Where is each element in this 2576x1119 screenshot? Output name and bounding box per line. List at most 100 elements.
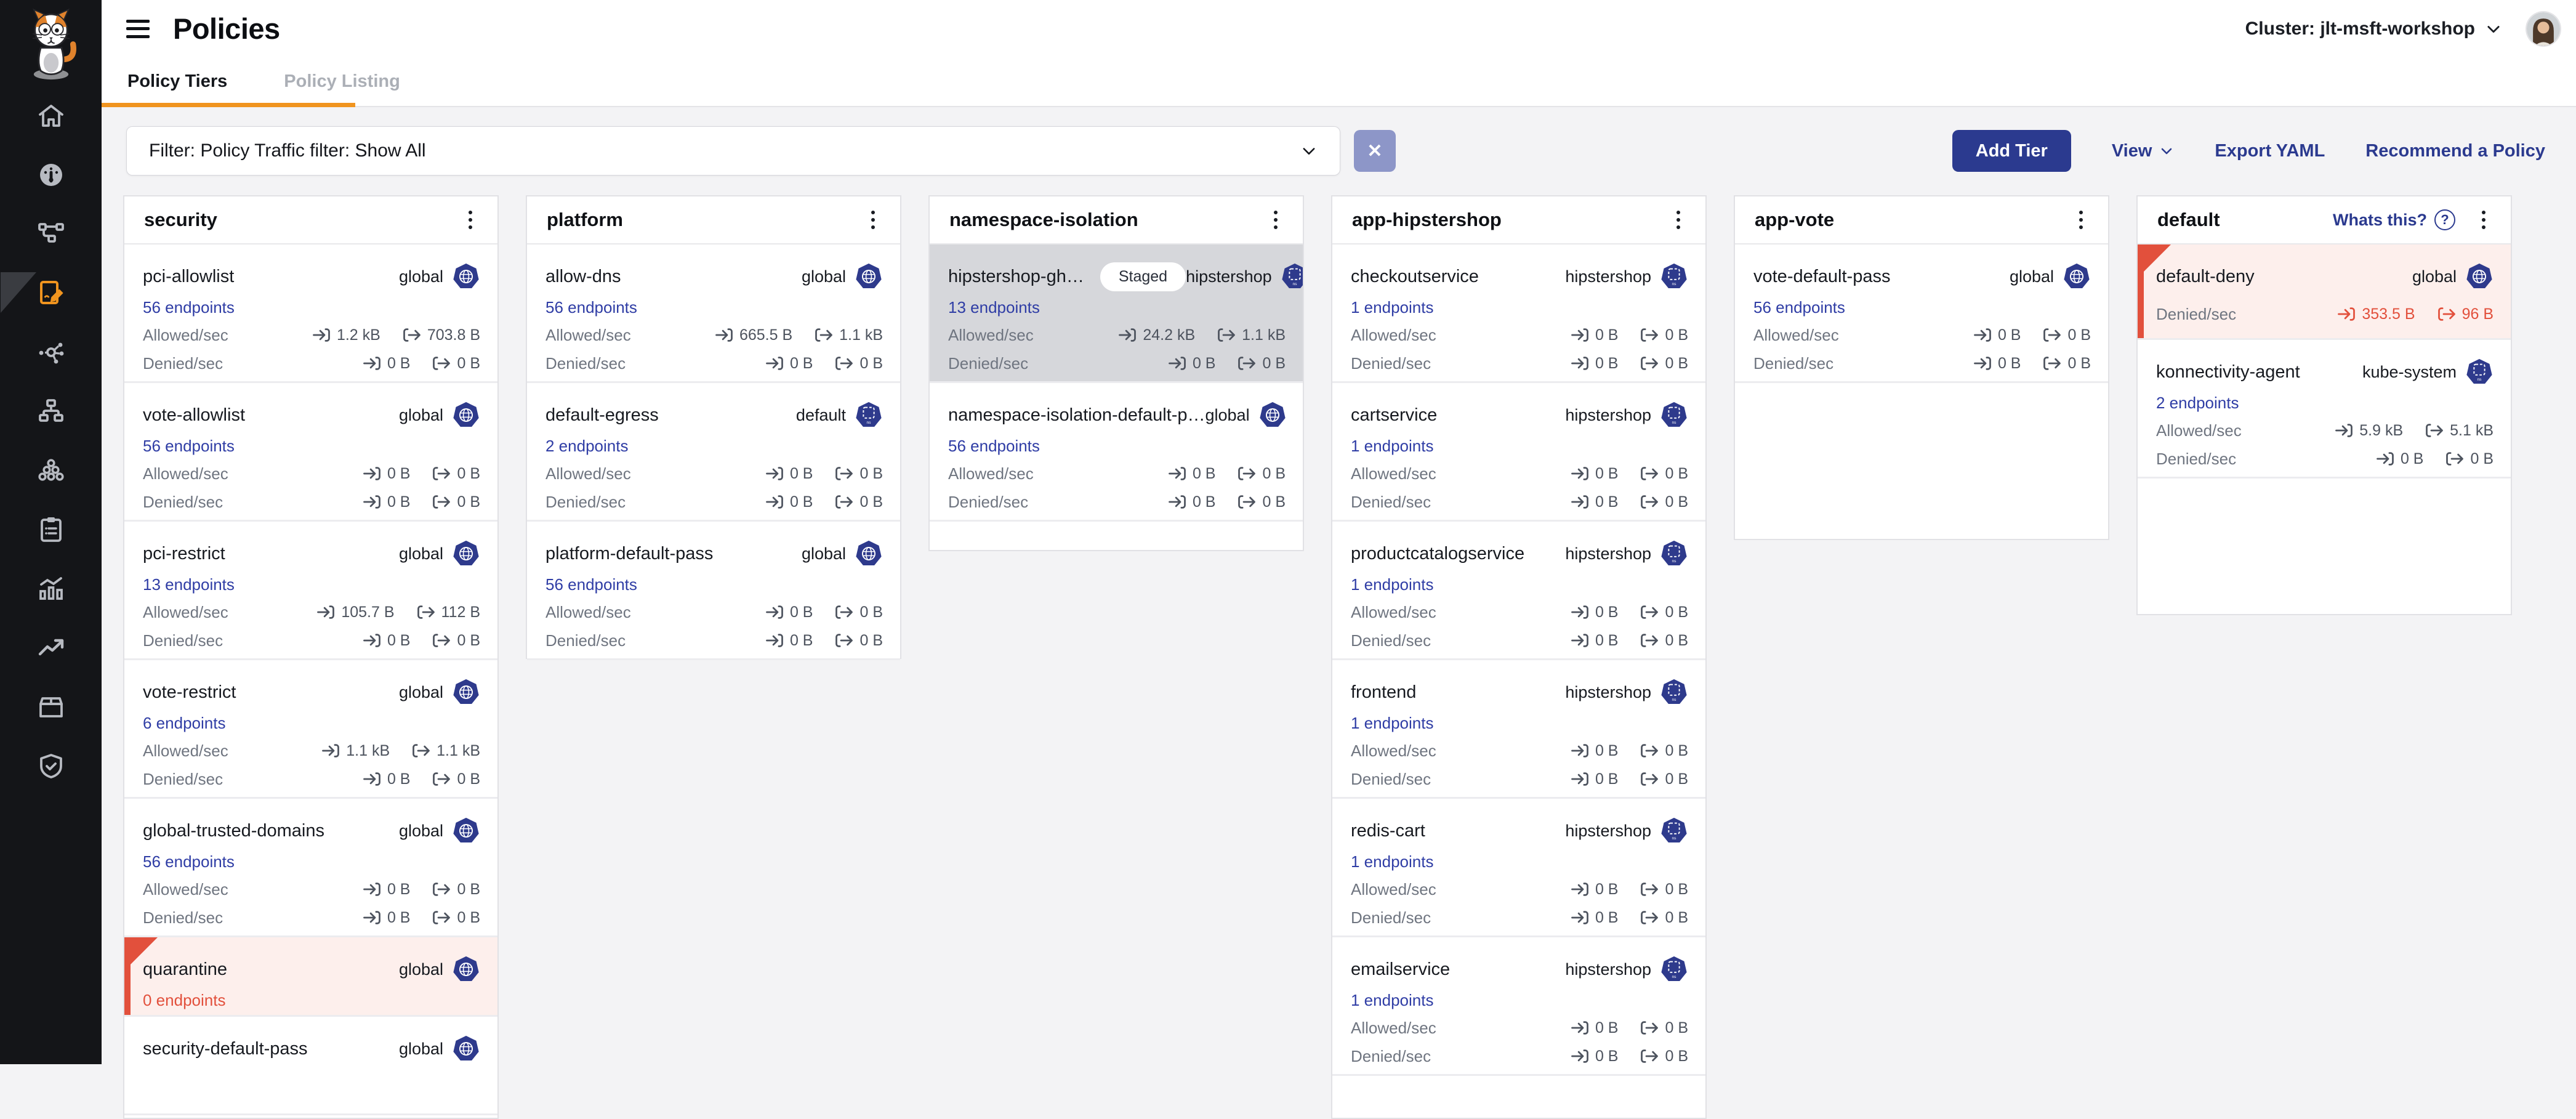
clear-filter-button[interactable]: ✕: [1354, 130, 1396, 172]
endpoints-link[interactable]: 56 endpoints: [143, 852, 235, 871]
recommend-policy-button[interactable]: Recommend a Policy: [2365, 141, 2545, 161]
policy-card-pci-allowlist[interactable]: pci-allowlistglobal56 endpointsAllowed/s…: [124, 244, 497, 383]
endpoints-link[interactable]: 1 endpoints: [1351, 298, 1433, 317]
policy-card-vote-default-pass[interactable]: vote-default-passglobal56 endpointsAllow…: [1735, 244, 2108, 383]
policy-card-vote-restrict[interactable]: vote-restrictglobal6 endpointsAllowed/se…: [124, 660, 497, 799]
add-tier-button[interactable]: Add Tier: [1952, 130, 2071, 172]
policy-card-namespace-isolation-default-p[interactable]: namespace-isolation-default-p…global56 e…: [930, 383, 1303, 522]
endpoints-link[interactable]: 1 endpoints: [1351, 852, 1433, 871]
endpoints-link[interactable]: 56 endpoints: [545, 575, 637, 594]
stat-row: Allowed/sec1.1 kB1.1 kB: [143, 737, 480, 765]
endpoints-link[interactable]: 56 endpoints: [143, 437, 235, 456]
policy-card-cartservice[interactable]: cartservicehipstershopns1 endpointsAllow…: [1332, 383, 1705, 522]
policy-card-security-default-pass[interactable]: security-default-passglobal: [124, 1017, 497, 1115]
chevron-down-icon[interactable]: [2485, 20, 2502, 38]
ingress-value: 0 B: [363, 354, 411, 373]
endpoints-link[interactable]: 6 endpoints: [143, 714, 225, 733]
policy-card-global-trusted-domains[interactable]: global-trusted-domainsglobal 56 endpoints…: [124, 799, 497, 937]
policy-card-emailservice[interactable]: emailservicehipstershopns1 endpointsAllo…: [1332, 937, 1705, 1076]
endpoints-link[interactable]: 1 endpoints: [1351, 575, 1433, 594]
policy-card-redis-cart[interactable]: redis-carthipstershopns1 endpointsAllowe…: [1332, 799, 1705, 937]
tier-menu-button[interactable]: [861, 206, 885, 233]
sidebar-item-workloads[interactable]: [36, 456, 66, 485]
endpoints-link[interactable]: 2 endpoints: [545, 437, 628, 456]
tab-policy-tiers[interactable]: Policy Tiers: [127, 71, 227, 92]
svg-text:ns: ns: [1672, 559, 1676, 564]
policy-card-checkoutservice[interactable]: checkoutservicehipstershopns1 endpointsA…: [1332, 244, 1705, 383]
tier-menu-button[interactable]: [2471, 206, 2496, 233]
tier-name: app-vote: [1755, 209, 1834, 231]
ingress-value: 0 B: [1571, 326, 1619, 344]
sidebar-item-home[interactable]: [36, 101, 66, 131]
view-dropdown[interactable]: View: [2112, 141, 2175, 161]
egress-icon: [2425, 421, 2444, 440]
user-avatar[interactable]: [2527, 12, 2560, 46]
tab-policy-listing[interactable]: Policy Listing: [284, 71, 400, 92]
endpoints-link[interactable]: 13 endpoints: [948, 298, 1040, 317]
egress-value: 5.1 kB: [2425, 421, 2493, 440]
sidebar-item-compliance[interactable]: [36, 515, 66, 544]
endpoints-link[interactable]: 1 endpoints: [1351, 991, 1433, 1010]
policy-title-row: platform-default-passglobal: [545, 538, 883, 570]
ingress-value: 105.7 B: [316, 603, 394, 621]
sidebar-item-dashboard[interactable]: [36, 160, 66, 190]
endpoints-link[interactable]: 1 endpoints: [1351, 714, 1433, 733]
stat-row: Denied/sec0 B0 B: [143, 349, 480, 378]
sidebar-item-threat-defense[interactable]: [36, 751, 66, 781]
policy-card-default-egress[interactable]: default-egressdefaultns2 endpointsAllowe…: [527, 383, 900, 522]
policy-card-default-deny[interactable]: default-denyglobalDenied/sec353.5 B96 B: [2138, 244, 2511, 340]
global-scope-icon: [452, 678, 480, 706]
stat-label: Allowed/sec: [545, 326, 631, 345]
tier-menu-button[interactable]: [1263, 206, 1288, 233]
global-scope-icon: [855, 262, 883, 291]
policy-card-productcatalogservice[interactable]: productcatalogservicehipstershopns1 endp…: [1332, 522, 1705, 660]
sidebar-item-connections[interactable]: [36, 337, 66, 367]
sidebar-item-trends[interactable]: [36, 633, 66, 663]
policy-card-quarantine[interactable]: quarantineglobal0 endpoints: [124, 937, 497, 1017]
ingress-value: 0 B: [765, 464, 813, 483]
stat-label: Denied/sec: [2156, 450, 2236, 469]
ingress-icon: [1571, 741, 1589, 760]
hamburger-menu-icon[interactable]: [126, 20, 150, 38]
tier-menu-button[interactable]: [1666, 206, 1691, 233]
chevron-down-icon: [1300, 142, 1318, 160]
endpoints-link[interactable]: 2 endpoints: [2156, 394, 2239, 413]
export-yaml-button[interactable]: Export YAML: [2215, 141, 2325, 161]
endpoints-link[interactable]: 1 endpoints: [1351, 437, 1433, 456]
tier-menu-button[interactable]: [458, 206, 483, 233]
sidebar-item-packages[interactable]: [36, 692, 66, 722]
endpoints-link[interactable]: 56 endpoints: [948, 437, 1040, 456]
policy-card-konnectivity-agent[interactable]: konnectivity-agentkube-systemns2 endpoin…: [2138, 340, 2511, 479]
endpoints-link[interactable]: 56 endpoints: [1753, 298, 1845, 317]
stat-label: Denied/sec: [143, 908, 223, 927]
stat-row: Denied/sec0 B0 B: [948, 488, 1286, 516]
sidebar-item-service-graph[interactable]: [36, 219, 66, 249]
cluster-selector[interactable]: Cluster: jlt-msft-workshop: [2245, 18, 2475, 39]
policy-card-vote-allowlist[interactable]: vote-allowlistglobal56 endpointsAllowed/…: [124, 383, 497, 522]
policy-traffic-filter-select[interactable]: Filter: Policy Traffic filter: Show All: [126, 126, 1340, 176]
policy-title-row: global-trusted-domainsglobal: [143, 815, 480, 847]
stat-label: Allowed/sec: [143, 464, 228, 483]
policy-card-platform-default-pass[interactable]: platform-default-passglobal56 endpointsA…: [527, 522, 900, 660]
egress-value: 0 B: [1640, 741, 1688, 760]
sidebar-item-reports[interactable]: [36, 574, 66, 604]
endpoints-link[interactable]: 56 endpoints: [143, 298, 235, 317]
ingress-icon: [765, 631, 784, 650]
endpoints-link[interactable]: 13 endpoints: [143, 575, 235, 594]
policy-card-hipstershop-gh[interactable]: hipstershop-gh…Stagedhipstershopns13 end…: [930, 244, 1303, 383]
ingress-value: 1.1 kB: [321, 741, 390, 760]
policy-card-allow-dns[interactable]: allow-dnsglobal56 endpointsAllowed/sec66…: [527, 244, 900, 383]
policy-card-pci-restrict[interactable]: pci-restrictglobal13 endpointsAllowed/se…: [124, 522, 497, 660]
ingress-value: 0 B: [1571, 603, 1619, 621]
endpoints-link[interactable]: 0 endpoints: [143, 991, 225, 1010]
stat-row: Allowed/sec0 B0 B: [1351, 737, 1688, 765]
policy-card-frontend[interactable]: frontendhipstershopns1 endpointsAllowed/…: [1332, 660, 1705, 799]
endpoints-link[interactable]: 56 endpoints: [545, 298, 637, 317]
staged-badge: Staged: [1100, 262, 1186, 291]
brand-cat-logo[interactable]: [14, 6, 88, 85]
sidebar-item-policies[interactable]: [36, 278, 66, 308]
egress-icon: [1640, 493, 1659, 511]
tier-menu-button[interactable]: [2069, 206, 2093, 233]
sidebar-item-topology[interactable]: [36, 397, 66, 426]
tier-help-link[interactable]: Whats this??: [2333, 209, 2455, 230]
